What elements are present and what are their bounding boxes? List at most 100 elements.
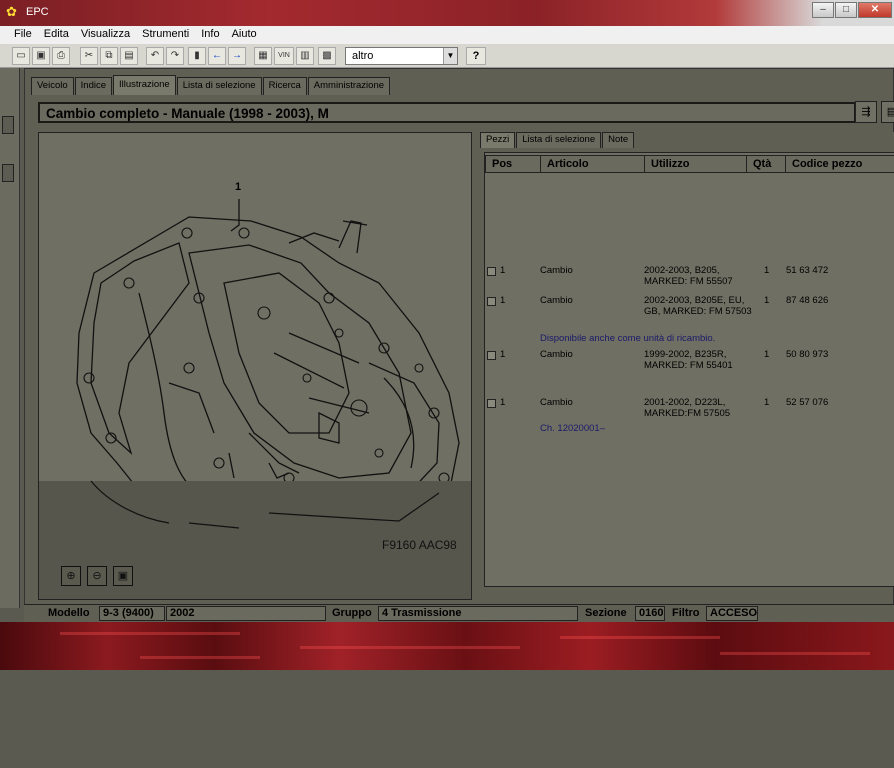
cell-utilizzo: 2002-2003, B205, MARKED: FM 55507: [644, 265, 733, 287]
cell-codice: 51 63 472: [786, 265, 829, 276]
document-icon[interactable]: ▤: [881, 101, 894, 123]
language-select[interactable]: altro ▼: [345, 47, 458, 65]
model-value: 9-3 (9400): [99, 606, 165, 621]
left-panel-strip: [0, 68, 20, 608]
cell-pos: 1: [500, 295, 506, 306]
row-checkbox[interactable]: [487, 351, 496, 360]
zoom-out-icon[interactable]: ⊖: [87, 566, 107, 586]
cell-utilizzo: 1999-2002, B235R, MARKED: FM 55401: [644, 349, 733, 371]
forward-arrow-icon[interactable]: →: [228, 47, 246, 65]
tab-veicolo[interactable]: Veicolo: [31, 77, 74, 95]
cell-utilizzo: 2001-2002, D223L, MARKED:FM 57505: [644, 397, 731, 419]
cell-codice: 87 48 626: [786, 295, 829, 306]
section-label: Sezione: [585, 607, 627, 619]
row-checkbox[interactable]: [487, 297, 496, 306]
print-icon[interactable]: ⎙: [52, 47, 70, 65]
tab-ricerca[interactable]: Ricerca: [262, 77, 307, 95]
redo-icon[interactable]: ↷: [166, 47, 184, 65]
main-panel: Veicolo Indice Illustrazione Lista di se…: [24, 68, 894, 608]
left-panel-button[interactable]: [2, 116, 14, 134]
chassis-note: Ch. 12020001–: [540, 423, 605, 434]
gearbox-drawing: [39, 199, 471, 599]
menu-aiuto[interactable]: Aiuto: [226, 26, 263, 44]
figure-code: F9160 AAC98: [382, 538, 457, 552]
tab-pezzi[interactable]: Pezzi: [480, 132, 516, 148]
document-title-bar: Cambio completo - Manuale (1998 - 2003),…: [38, 102, 856, 123]
availability-note: Disponibile anche come unità di ricambio…: [540, 333, 716, 344]
toolbar: ▭ ▣ ⎙ ✂ ⧉ ▤ ↶ ↷ ▮ ← → ▦ VIN ▥ ▩ altro ▼ …: [0, 44, 894, 68]
save-icon[interactable]: ▣: [32, 47, 50, 65]
cell-pos: 1: [500, 349, 506, 360]
desktop-background: [0, 622, 894, 670]
filter-value: ACCESO: [706, 606, 758, 621]
cell-pos: 1: [500, 265, 506, 276]
cell-qta: 1: [764, 349, 770, 360]
parts-table: Pos Articolo Utilizzo Qtà Codice pezzo 1…: [484, 152, 894, 587]
zoom-in-icon[interactable]: ⊕: [61, 566, 81, 586]
window-titlebar: ✿ EPC – □ ✕: [0, 0, 894, 26]
help-button[interactable]: ?: [466, 47, 486, 65]
cell-pos: 1: [500, 397, 506, 408]
cell-codice: 52 57 076: [786, 397, 829, 408]
cell-articolo: Cambio: [540, 295, 573, 306]
status-bar: Modello 9-3 (9400) 2002 Gruppo 4 Trasmis…: [24, 604, 894, 622]
chevron-down-icon[interactable]: ▼: [443, 48, 457, 64]
vin-button[interactable]: VIN: [274, 47, 294, 65]
illustration-panel: 1 F9160 AAC98 ⊕ ⊖ ▣: [38, 132, 472, 600]
tab-indice[interactable]: Indice: [74, 77, 112, 95]
item-number-label: 1: [235, 181, 242, 193]
close-button[interactable]: ✕: [858, 2, 892, 18]
group-value: 4 Trasmissione: [378, 606, 578, 621]
chassis-icon[interactable]: ▥: [296, 47, 314, 65]
menu-strumenti[interactable]: Strumenti: [136, 26, 195, 44]
column-header-articolo[interactable]: Articolo: [540, 155, 645, 173]
tab-note[interactable]: Note: [602, 132, 635, 148]
tab-lista-selezione[interactable]: Lista di selezione: [516, 132, 602, 148]
copy-icon[interactable]: ⧉: [100, 47, 118, 65]
cut-icon[interactable]: ✂: [80, 47, 98, 65]
marker-icon[interactable]: ▮: [188, 47, 206, 65]
row-checkbox[interactable]: [487, 267, 496, 276]
menu-edita[interactable]: Edita: [38, 26, 75, 44]
app-logo-icon: ✿: [6, 4, 17, 19]
year-value: 2002: [166, 606, 326, 621]
tab-amministrazione[interactable]: Amministrazione: [307, 77, 391, 95]
undo-icon[interactable]: ↶: [146, 47, 164, 65]
section-value: 0160: [635, 606, 665, 621]
parts-table-header: Pos Articolo Utilizzo Qtà Codice pezzo: [485, 155, 894, 173]
cell-utilizzo: 2002-2003, B205E, EU, GB, MARKED: FM 575…: [644, 295, 752, 317]
window-title: EPC: [26, 6, 49, 18]
back-arrow-icon[interactable]: ←: [208, 47, 226, 65]
column-header-codice[interactable]: Codice pezzo: [785, 155, 894, 173]
menu-visualizza[interactable]: Visualizza: [75, 26, 136, 44]
fit-icon[interactable]: ▣: [113, 566, 133, 586]
paste-icon[interactable]: ▤: [120, 47, 138, 65]
report-icon[interactable]: ▦: [254, 47, 272, 65]
cell-codice: 50 80 973: [786, 349, 829, 360]
export-icon[interactable]: ⇶: [855, 101, 877, 123]
row-checkbox[interactable]: [487, 399, 496, 408]
cell-articolo: Cambio: [540, 397, 573, 408]
column-header-utilizzo[interactable]: Utilizzo: [644, 155, 747, 173]
tab-lista-di-selezione[interactable]: Lista di selezione: [176, 77, 262, 95]
menu-file[interactable]: File: [8, 26, 38, 44]
cell-qta: 1: [764, 295, 770, 306]
left-panel-button[interactable]: [2, 164, 14, 182]
model-label: Modello: [48, 607, 90, 619]
parts-pane: Pezzi Lista di selezione Note Pos Artico…: [480, 132, 894, 587]
filter-label: Filtro: [672, 607, 700, 619]
cell-qta: 1: [764, 397, 770, 408]
empty-area: [0, 670, 894, 768]
column-header-pos[interactable]: Pos: [485, 155, 541, 173]
tab-illustrazione[interactable]: Illustrazione: [113, 75, 176, 95]
menu-bar: File Edita Visualizza Strumenti Info Aiu…: [0, 26, 894, 44]
column-header-qta[interactable]: Qtà: [746, 155, 786, 173]
new-icon[interactable]: ▭: [12, 47, 30, 65]
cell-articolo: Cambio: [540, 265, 573, 276]
parts-tab-bar: Pezzi Lista di selezione Note: [480, 132, 635, 148]
maximize-button[interactable]: □: [835, 2, 857, 18]
menu-info[interactable]: Info: [195, 26, 225, 44]
language-value: altro: [352, 50, 374, 62]
colors-icon[interactable]: ▩: [318, 47, 336, 65]
minimize-button[interactable]: –: [812, 2, 834, 18]
